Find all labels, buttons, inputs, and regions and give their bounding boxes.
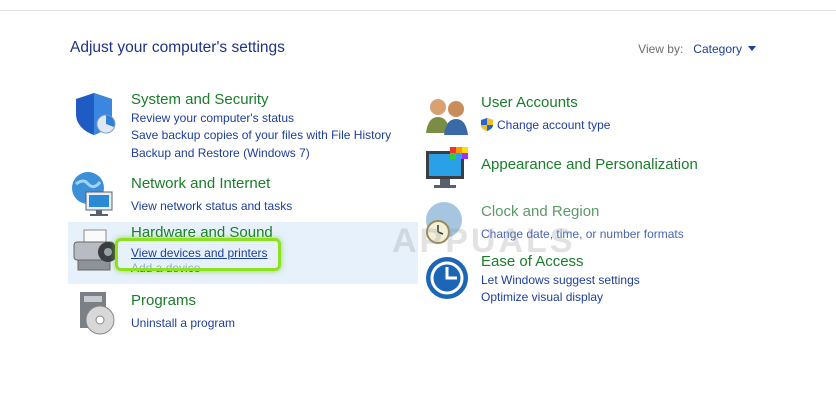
view-by-dropdown[interactable]: Category [693, 42, 742, 56]
link-uninstall-program[interactable]: Uninstall a program [131, 316, 235, 330]
shield-icon [76, 93, 116, 135]
link-change-account-type[interactable]: Change account type [497, 118, 610, 132]
uac-shield-icon [481, 118, 493, 131]
link-view-devices-printers[interactable]: View devices and printers [131, 246, 268, 260]
users-icon [426, 99, 468, 135]
link-optimize-display[interactable]: Optimize visual display [481, 290, 603, 304]
link-windows-suggest[interactable]: Let Windows suggest settings [481, 273, 640, 287]
programs-icon [80, 292, 115, 335]
watermark: APPUALS [392, 222, 576, 260]
category-title-user-accounts[interactable]: User Accounts [481, 94, 578, 111]
category-title-network-internet[interactable]: Network and Internet [131, 175, 270, 192]
highlight-callout: View devices and printers [115, 238, 281, 271]
view-by: View by: Category [638, 42, 756, 56]
top-divider [0, 10, 836, 11]
category-title-clock-region[interactable]: Clock and Region [481, 203, 599, 220]
monitor-palette-icon [426, 147, 468, 188]
link-review-status[interactable]: Review your computer's status [131, 111, 294, 125]
link-backup-restore[interactable]: Backup and Restore (Windows 7) [131, 146, 310, 160]
view-by-label: View by: [638, 42, 684, 56]
category-title-system-security[interactable]: System and Security [131, 91, 269, 108]
link-file-history[interactable]: Save backup copies of your files with Fi… [131, 128, 391, 142]
category-title-programs[interactable]: Programs [131, 292, 196, 309]
category-title-appearance[interactable]: Appearance and Personalization [481, 156, 698, 173]
chevron-down-icon[interactable] [748, 46, 756, 51]
page-title: Adjust your computer's settings [70, 39, 285, 56]
network-icon [72, 172, 113, 216]
ease-of-access-icon [426, 257, 468, 299]
link-network-status[interactable]: View network status and tasks [131, 199, 292, 213]
